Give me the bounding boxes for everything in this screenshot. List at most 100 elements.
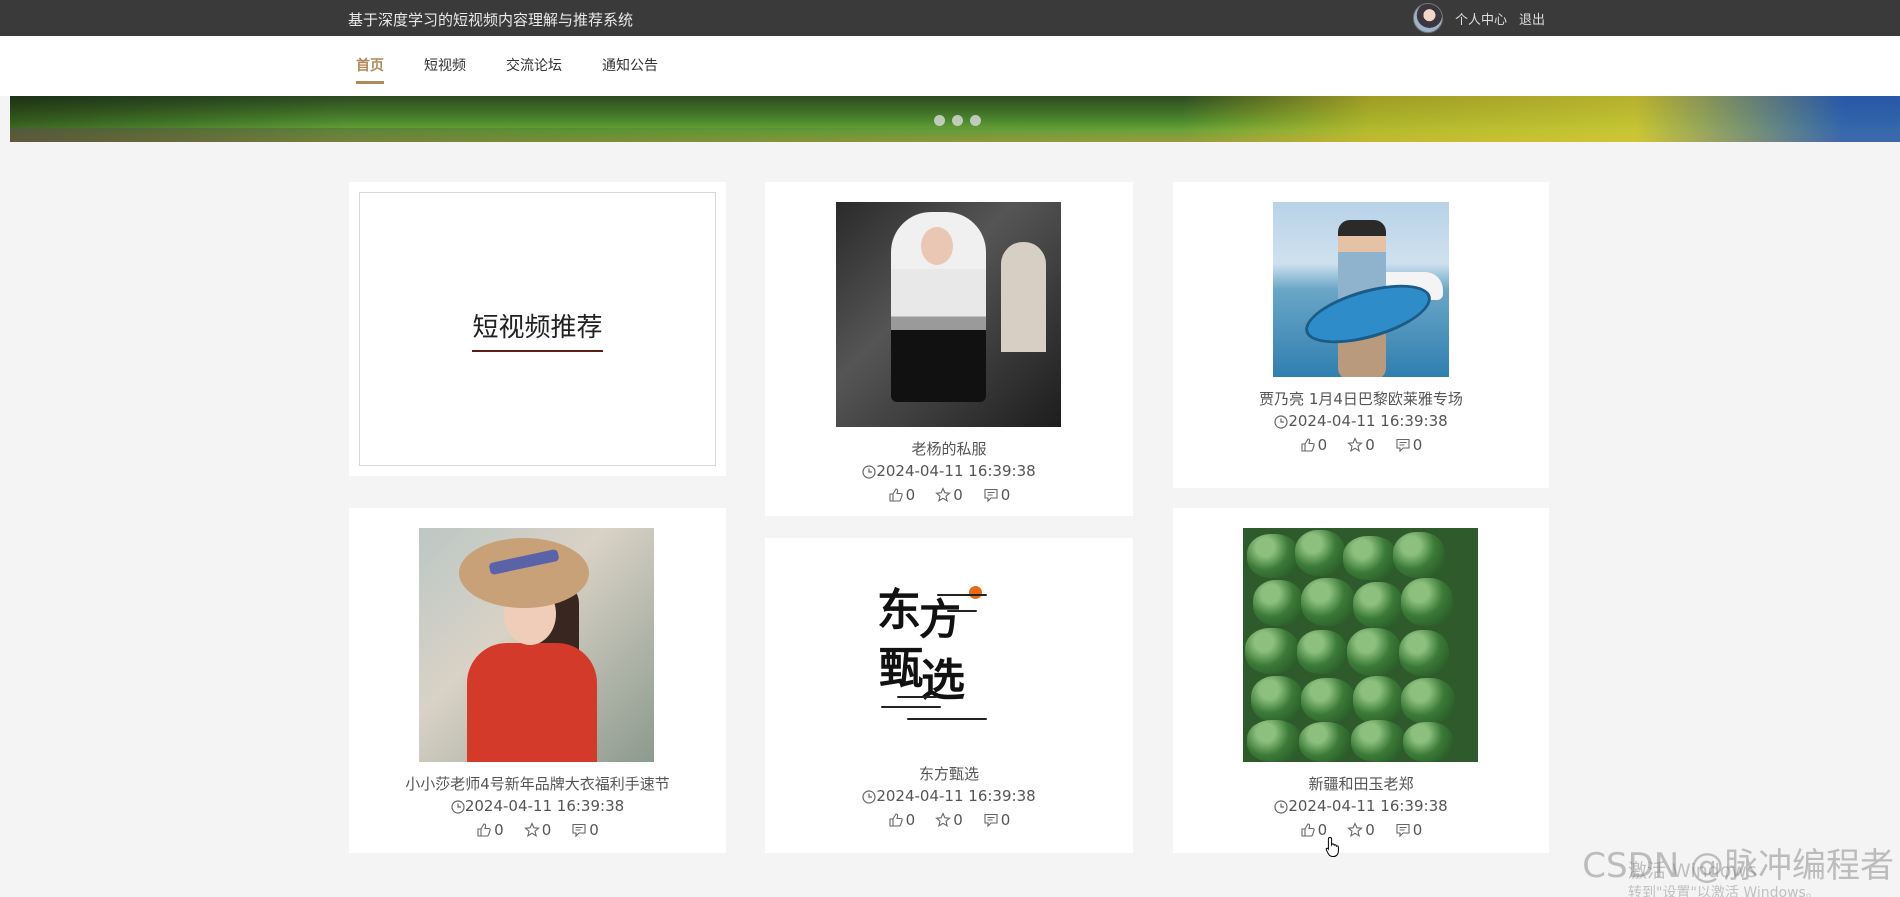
comment-stat[interactable]: 0 <box>571 821 599 839</box>
like-stat[interactable]: 0 <box>888 811 916 829</box>
like-count: 0 <box>905 811 916 829</box>
main-nav: 首页 短视频 交流论坛 通知公告 <box>0 36 1900 96</box>
hand-cursor-icon <box>1325 836 1339 857</box>
thumbnail-detail <box>1301 678 1355 722</box>
intro-frame: 短视频推荐 <box>359 192 716 466</box>
thumbnail-detail <box>1403 722 1453 762</box>
favorite-stat[interactable]: 0 <box>935 811 963 829</box>
thumbnail-detail <box>1247 534 1299 578</box>
user-area: 个人中心 退出 <box>1412 3 1545 33</box>
comment-count: 0 <box>1000 486 1011 504</box>
comment-count: 0 <box>1412 821 1423 839</box>
like-stat[interactable]: 0 <box>476 821 504 839</box>
comment-count: 0 <box>589 821 599 839</box>
favorite-count: 0 <box>953 486 963 504</box>
video-title[interactable]: 老杨的私服 <box>765 438 1133 459</box>
favorite-count: 0 <box>541 821 552 839</box>
video-stats: 0 0 0 <box>1173 821 1549 839</box>
thumbs-up-icon <box>889 813 903 827</box>
logo-line <box>897 696 937 698</box>
video-card[interactable]: 新疆和田玉老郑 2024-04-11 16:39:38 0 0 0 <box>1173 508 1549 853</box>
user-center-link[interactable]: 个人中心 <box>1455 9 1507 28</box>
comment-icon <box>984 813 998 828</box>
thumbnail-detail <box>459 538 589 608</box>
video-stats: 0 0 0 <box>765 486 1133 504</box>
recommend-intro-card: 短视频推荐 <box>349 182 726 476</box>
video-time-text: 2024-04-11 16:39:38 <box>464 797 625 815</box>
video-title[interactable]: 小小莎老师4号新年品牌大衣福利手速节 <box>349 773 726 794</box>
top-bar: 基于深度学习的短视频内容理解与推荐系统 个人中心 退出 <box>0 0 1900 36</box>
video-time: 2024-04-11 16:39:38 <box>1173 797 1549 815</box>
clock-icon <box>1274 799 1288 814</box>
video-thumbnail[interactable] <box>836 202 1061 427</box>
comment-count: 0 <box>1000 811 1011 829</box>
nav-item-notices[interactable]: 通知公告 <box>602 55 658 81</box>
thumbnail-detail <box>1353 582 1403 628</box>
video-thumbnail[interactable]: 东 方 甄 选 <box>877 572 1017 732</box>
like-count: 0 <box>905 486 916 504</box>
like-stat[interactable]: 0 <box>1300 821 1327 839</box>
favorite-count: 0 <box>1365 436 1375 454</box>
video-stats: 0 0 0 <box>1173 436 1549 454</box>
video-time: 2024-04-11 16:39:38 <box>349 797 726 815</box>
favorite-count: 0 <box>1365 821 1375 839</box>
video-card[interactable]: 老杨的私服 2024-04-11 16:39:38 0 0 0 <box>765 182 1133 516</box>
thumbnail-detail <box>1297 630 1347 674</box>
carousel-dot[interactable] <box>970 115 981 126</box>
thumbnail-detail <box>1299 722 1351 762</box>
thumbnail-detail <box>1393 532 1445 578</box>
video-title[interactable]: 贾乃亮 1月4日巴黎欧莱雅专场 <box>1173 388 1549 409</box>
favorite-stat[interactable]: 0 <box>935 486 963 504</box>
comment-count: 0 <box>1412 436 1423 454</box>
comment-stat[interactable]: 0 <box>983 811 1011 829</box>
like-count: 0 <box>1317 436 1328 454</box>
video-time-text: 2024-04-11 16:39:38 <box>1288 797 1448 815</box>
like-stat[interactable]: 0 <box>1300 436 1328 454</box>
video-card[interactable]: 东 方 甄 选 东方甄选 2024-04-11 16:39:38 0 0 0 <box>765 538 1133 853</box>
thumbnail-detail <box>1253 580 1303 626</box>
comment-icon <box>1396 438 1410 453</box>
thumbnail-detail <box>1247 720 1301 762</box>
favorite-stat[interactable]: 0 <box>1347 821 1375 839</box>
thumbnail-detail <box>1401 678 1455 724</box>
nav-item-forum[interactable]: 交流论坛 <box>506 55 562 81</box>
comment-icon <box>1396 823 1410 838</box>
comment-stat[interactable]: 0 <box>983 486 1011 504</box>
thumbnail-detail <box>1399 630 1449 676</box>
logo-char: 东 <box>877 585 921 636</box>
video-card[interactable]: 贾乃亮 1月4日巴黎欧莱雅专场 2024-04-11 16:39:38 0 0 … <box>1173 182 1549 488</box>
video-thumbnail[interactable] <box>419 528 654 762</box>
thumbs-up-icon <box>1301 438 1315 452</box>
star-icon <box>935 487 952 502</box>
comment-stat[interactable]: 0 <box>1395 821 1423 839</box>
thumbnail-detail <box>1353 676 1403 724</box>
video-card[interactable]: 小小莎老师4号新年品牌大衣福利手速节 2024-04-11 16:39:38 0… <box>349 508 726 853</box>
thumbnail-detail <box>921 227 953 265</box>
section-title: 短视频推荐 <box>472 307 603 352</box>
logout-link[interactable]: 退出 <box>1519 9 1545 28</box>
like-stat[interactable]: 0 <box>888 486 916 504</box>
thumbnail-detail <box>1251 676 1303 722</box>
nav-item-short-video[interactable]: 短视频 <box>424 55 466 81</box>
like-count: 0 <box>494 821 504 839</box>
video-stats: 0 0 0 <box>349 821 726 839</box>
avatar[interactable] <box>1412 3 1443 33</box>
comment-stat[interactable]: 0 <box>1395 436 1423 454</box>
video-title[interactable]: 东方甄选 <box>765 763 1133 784</box>
thumbs-up-icon <box>889 488 903 502</box>
banner-carousel[interactable] <box>10 96 1900 142</box>
logo-dot <box>969 586 982 599</box>
favorite-stat[interactable]: 0 <box>523 821 552 839</box>
video-thumbnail[interactable] <box>1243 528 1478 762</box>
carousel-dot[interactable] <box>934 115 945 126</box>
logo-char: 选 <box>921 655 965 706</box>
favorite-stat[interactable]: 0 <box>1347 436 1375 454</box>
nav-item-home[interactable]: 首页 <box>356 55 384 84</box>
favorite-count: 0 <box>953 811 963 829</box>
video-title[interactable]: 新疆和田玉老郑 <box>1173 773 1549 794</box>
thumbnail-detail <box>1351 720 1405 762</box>
video-time-text: 2024-04-11 16:39:38 <box>876 787 1036 805</box>
carousel-dot[interactable] <box>952 115 963 126</box>
thumbnail-detail <box>1245 628 1299 674</box>
video-thumbnail[interactable] <box>1273 202 1449 377</box>
